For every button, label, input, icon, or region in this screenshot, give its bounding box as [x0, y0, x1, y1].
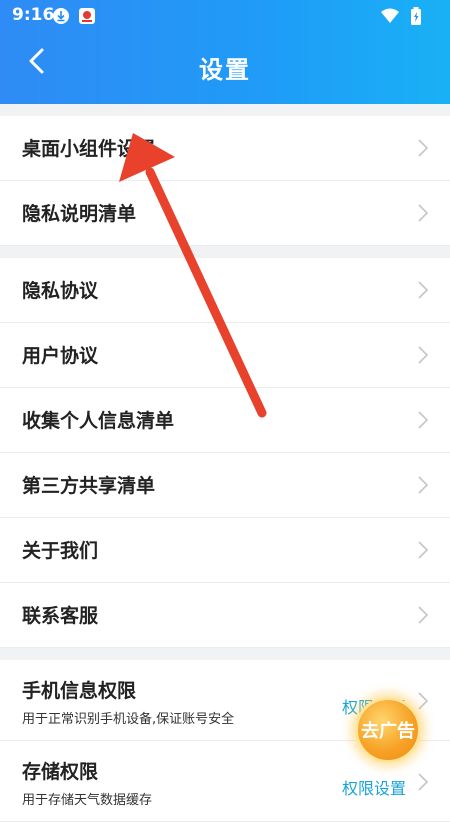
battery-icon — [411, 7, 421, 25]
section-divider — [0, 246, 450, 258]
widget-settings-item[interactable]: 桌面小组件设置 — [0, 116, 450, 181]
phone-info-permission-label: 手机信息权限 — [22, 680, 137, 702]
personal-info-list-item[interactable]: 收集个人信息清单 — [0, 388, 450, 453]
page-title: 设置 — [199, 56, 251, 84]
phone-info-permission-desc: 用于正常识别手机设备,保证账号安全 — [22, 712, 235, 727]
customer-service-item[interactable]: 联系客服 — [0, 583, 450, 648]
app-header: 9:16 设置 — [0, 0, 450, 104]
personal-info-list-label: 收集个人信息清单 — [22, 410, 175, 432]
third-party-sharing-label: 第三方共享清单 — [22, 475, 156, 497]
section-divider — [0, 104, 450, 116]
storage-permission-settings-link[interactable]: 权限设置 — [342, 775, 406, 799]
app-notification-icon — [79, 8, 95, 24]
about-us-item[interactable]: 关于我们 — [0, 518, 450, 583]
chevron-right-icon — [418, 346, 428, 364]
chevron-right-icon — [418, 476, 428, 494]
third-party-sharing-item[interactable]: 第三方共享清单 — [0, 453, 450, 518]
storage-permission-desc: 用于存储天气数据缓存 — [22, 793, 153, 808]
chevron-right-icon — [418, 541, 428, 559]
nav-bar: 设置 — [0, 30, 450, 104]
remove-ads-button[interactable]: 去广告 — [355, 697, 421, 763]
wifi-icon — [381, 8, 399, 23]
customer-service-label: 联系客服 — [22, 605, 99, 627]
download-icon — [53, 8, 69, 24]
privacy-list-label: 隐私说明清单 — [22, 203, 137, 225]
privacy-policy-item[interactable]: 隐私协议 — [0, 258, 450, 323]
storage-permission-label: 存储权限 — [22, 761, 99, 783]
about-us-label: 关于我们 — [22, 540, 99, 562]
chevron-right-icon — [418, 281, 428, 299]
privacy-policy-label: 隐私协议 — [22, 280, 99, 302]
status-bar: 9:16 — [0, 0, 450, 30]
chevron-right-icon — [418, 606, 428, 624]
chevron-right-icon — [418, 411, 428, 429]
chevron-right-icon — [418, 773, 428, 791]
section-divider — [0, 648, 450, 660]
widget-settings-label: 桌面小组件设置 — [22, 138, 156, 160]
user-agreement-item[interactable]: 用户协议 — [0, 323, 450, 388]
chevron-right-icon — [418, 139, 428, 157]
privacy-list-item[interactable]: 隐私说明清单 — [0, 181, 450, 246]
status-time: 9:16 — [12, 5, 55, 25]
user-agreement-label: 用户协议 — [22, 345, 99, 367]
chevron-right-icon — [418, 204, 428, 222]
chevron-right-icon — [418, 692, 428, 710]
